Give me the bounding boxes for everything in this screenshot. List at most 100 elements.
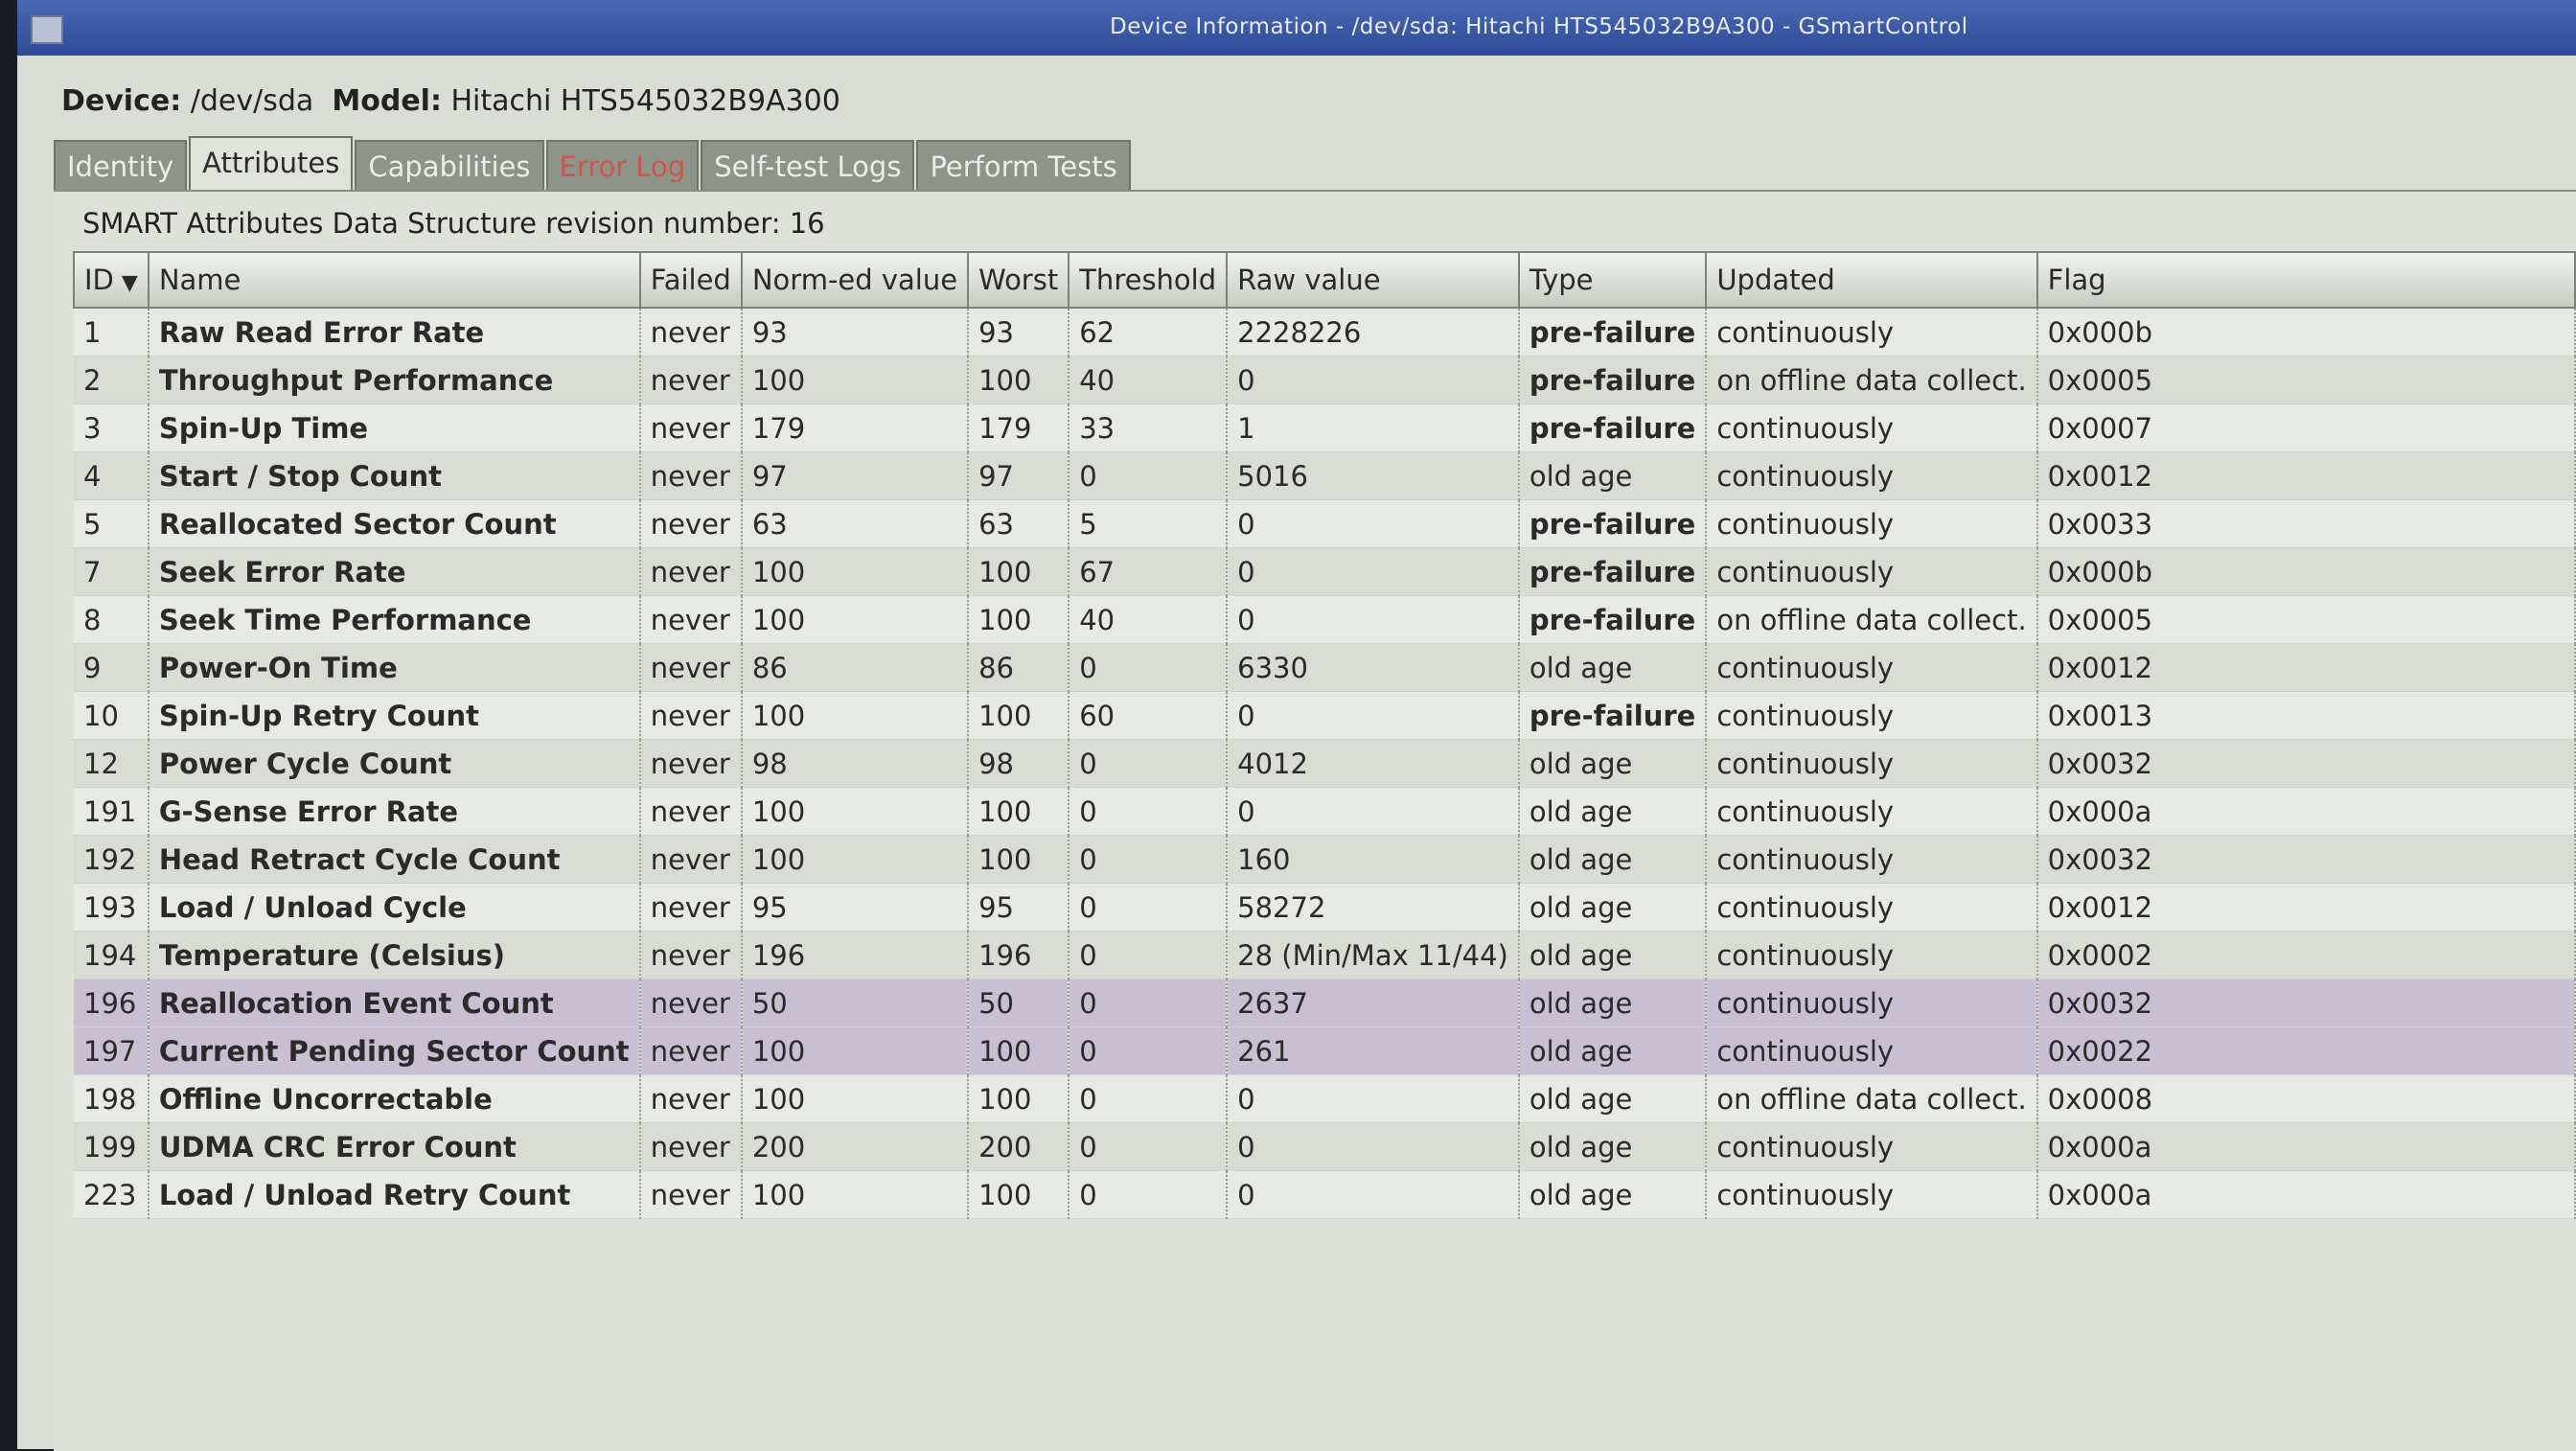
cell-raw: 0 — [1227, 499, 1520, 548]
column-header-name[interactable]: Name — [147, 251, 641, 309]
cell-threshold: 60 — [1069, 691, 1229, 740]
column-header-raw-value[interactable]: Raw value — [1226, 251, 1520, 309]
cell-flag: 0x000a — [2036, 1170, 2576, 1219]
table-row[interactable]: 4 Start / Stop Count never 97 97 0 5016 old age… — [74, 451, 2576, 500]
cell-name: Raw Read Error Rate — [148, 308, 641, 357]
table-row[interactable]: 3 Spin-Up Time never 179 179 33 1 pre-failure co… — [74, 403, 2576, 452]
cell-type: pre-failure — [1518, 595, 1708, 644]
table-row[interactable]: 12 Power Cycle Count never 98 98 0 4012 old age… — [74, 739, 2576, 788]
tab-capabilities[interactable]: Capabilities — [355, 140, 544, 192]
cell-worst: 179 — [968, 403, 1070, 452]
cell-flag: 0x0012 — [2036, 643, 2576, 692]
cell-worst: 100 — [968, 356, 1070, 404]
device-label: Device: — [61, 84, 182, 118]
title-bar[interactable]: Device Information - /dev/sda: Hitachi H… — [17, 0, 2576, 56]
cell-raw: 0 — [1227, 1170, 1520, 1219]
cell-norm: 50 — [741, 979, 970, 1027]
tab-identity[interactable]: Identity — [54, 140, 188, 192]
cell-type: old age — [1518, 1170, 1708, 1219]
cell-failed: never — [639, 739, 743, 788]
cell-flag: 0x000b — [2036, 308, 2576, 357]
table-row[interactable]: 194 Temperature (Celsius) never 196 196 0 28 (… — [74, 931, 2576, 979]
cell-type: old age — [1518, 739, 1708, 788]
cell-raw: 58272 — [1227, 883, 1520, 932]
cell-failed: never — [639, 1122, 743, 1171]
cell-name: UDMA CRC Error Count — [148, 1122, 641, 1171]
cell-raw: 6330 — [1227, 643, 1520, 692]
table-row[interactable]: 197 Current Pending Sector Count never 100 1… — [74, 1026, 2576, 1075]
cell-flag: 0x000a — [2036, 1122, 2576, 1171]
tab-bar: Identity Attributes Capabilities Error L… — [54, 136, 1133, 192]
table-row[interactable]: 223 Load / Unload Retry Count never 100 100 0… — [74, 1170, 2576, 1219]
cell-updated: continuously — [1706, 979, 2038, 1027]
cell-updated: continuously — [1706, 835, 2038, 884]
column-header-failed[interactable]: Failed — [638, 251, 743, 309]
cell-flag: 0x0008 — [2036, 1074, 2576, 1123]
cell-norm: 100 — [741, 787, 970, 836]
column-header-threshold[interactable]: Threshold — [1068, 251, 1229, 309]
cell-name: Seek Error Rate — [148, 547, 641, 596]
column-header-id[interactable]: ID ▼ — [73, 251, 150, 309]
column-header-updated[interactable]: Updated — [1705, 251, 2038, 309]
cell-updated: continuously — [1706, 308, 2038, 357]
cell-name: Offline Uncorrectable — [148, 1074, 641, 1123]
cell-failed: never — [639, 643, 743, 692]
cell-flag: 0x0032 — [2036, 835, 2576, 884]
cell-threshold: 0 — [1069, 979, 1229, 1027]
table-row[interactable]: 198 Offline Uncorrectable never 100 100 0 0 old… — [74, 1074, 2576, 1123]
table-row[interactable]: 7 Seek Error Rate never 100 100 67 0 pre-failur… — [74, 547, 2576, 596]
window-title: Device Information - /dev/sda: Hitachi H… — [1110, 14, 1968, 39]
window-menu-icon[interactable] — [31, 15, 63, 44]
model-label: Model: — [332, 84, 442, 118]
sort-down-icon: ▼ — [121, 271, 138, 295]
cell-type: old age — [1518, 451, 1708, 500]
table-row[interactable]: 9 Power-On Time never 86 86 0 6330 old age conti… — [74, 643, 2576, 692]
cell-type: pre-failure — [1518, 691, 1708, 740]
cell-flag: 0x0005 — [2036, 356, 2576, 404]
cell-name: G-Sense Error Rate — [148, 787, 641, 836]
table-row[interactable]: 10 Spin-Up Retry Count never 100 100 60 0 pre-f… — [74, 691, 2576, 740]
cell-name: Spin-Up Retry Count — [148, 691, 641, 740]
column-header-worst[interactable]: Worst — [967, 251, 1070, 309]
table-row[interactable]: 5 Reallocated Sector Count never 63 63 5 0 pre-… — [74, 499, 2576, 548]
cell-threshold: 0 — [1069, 835, 1229, 884]
cell-updated: continuously — [1706, 643, 2038, 692]
column-header-flag[interactable]: Flag — [2036, 251, 2576, 309]
cell-raw: 0 — [1227, 691, 1520, 740]
cell-worst: 100 — [968, 787, 1070, 836]
cell-norm: 97 — [741, 451, 970, 500]
cell-norm: 200 — [741, 1122, 970, 1171]
cell-flag: 0x0013 — [2036, 691, 2576, 740]
cell-worst: 100 — [968, 547, 1070, 596]
cell-failed: never — [639, 931, 743, 979]
cell-type: old age — [1518, 1074, 1708, 1123]
cell-worst: 98 — [968, 739, 1070, 788]
cell-threshold: 40 — [1069, 356, 1229, 404]
table-row[interactable]: 199 UDMA CRC Error Count never 200 200 0 0 old … — [74, 1122, 2576, 1171]
table-row[interactable]: 192 Head Retract Cycle Count never 100 100 0 1… — [74, 835, 2576, 884]
table-row[interactable]: 196 Reallocation Event Count never 50 50 0 263… — [74, 979, 2576, 1027]
cell-raw: 0 — [1227, 787, 1520, 836]
table-row[interactable]: 2 Throughput Performance never 100 100 40 0 pre… — [74, 356, 2576, 404]
cell-norm: 100 — [741, 595, 970, 644]
column-header-norm-value[interactable]: Norm-ed value — [740, 251, 970, 309]
cell-raw: 2637 — [1227, 979, 1520, 1027]
tab-error-log[interactable]: Error Log — [545, 140, 700, 192]
cell-updated: continuously — [1706, 499, 2038, 548]
cell-flag: 0x0005 — [2036, 595, 2576, 644]
cell-threshold: 0 — [1069, 739, 1229, 788]
tab-self-test-logs[interactable]: Self-test Logs — [701, 140, 915, 192]
table-row[interactable]: 8 Seek Time Performance never 100 100 40 0 pre-… — [74, 595, 2576, 644]
cell-worst: 95 — [968, 883, 1070, 932]
table-row[interactable]: 1 Raw Read Error Rate never 93 93 62 2228226 pr… — [74, 308, 2576, 357]
cell-failed: never — [639, 1170, 743, 1219]
attributes-table: ID ▼ Name Failed Norm-ed value Worst Thre… — [73, 251, 2576, 1219]
column-header-type[interactable]: Type — [1517, 251, 1708, 309]
cell-updated: continuously — [1706, 787, 2038, 836]
tab-attributes[interactable]: Attributes — [189, 136, 354, 192]
table-row[interactable]: 191 G-Sense Error Rate never 100 100 0 0 old ag… — [74, 787, 2576, 836]
cell-id: 8 — [74, 595, 150, 644]
tab-perform-tests[interactable]: Perform Tests — [916, 140, 1131, 192]
cell-threshold: 0 — [1069, 883, 1229, 932]
table-row[interactable]: 193 Load / Unload Cycle never 95 95 0 58272 old… — [74, 883, 2576, 932]
